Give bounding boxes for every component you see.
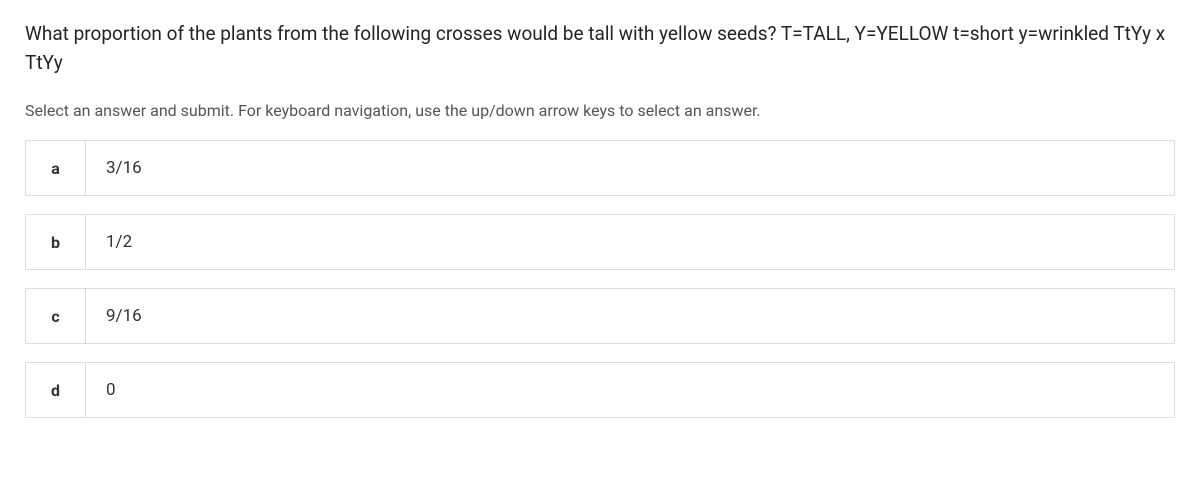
option-letter: d	[26, 363, 86, 417]
option-text: 3/16	[86, 141, 1174, 195]
question-text: What proportion of the plants from the f…	[25, 20, 1175, 77]
option-text: 0	[86, 363, 1174, 417]
option-letter: b	[26, 215, 86, 269]
instruction-text: Select an answer and submit. For keyboar…	[25, 101, 1175, 120]
option-letter: c	[26, 289, 86, 343]
options-container: a 3/16 b 1/2 c 9/16 d 0	[25, 140, 1175, 418]
option-a[interactable]: a 3/16	[25, 140, 1175, 196]
option-text: 9/16	[86, 289, 1174, 343]
option-b[interactable]: b 1/2	[25, 214, 1175, 270]
option-text: 1/2	[86, 215, 1174, 269]
option-letter: a	[26, 141, 86, 195]
option-c[interactable]: c 9/16	[25, 288, 1175, 344]
option-d[interactable]: d 0	[25, 362, 1175, 418]
